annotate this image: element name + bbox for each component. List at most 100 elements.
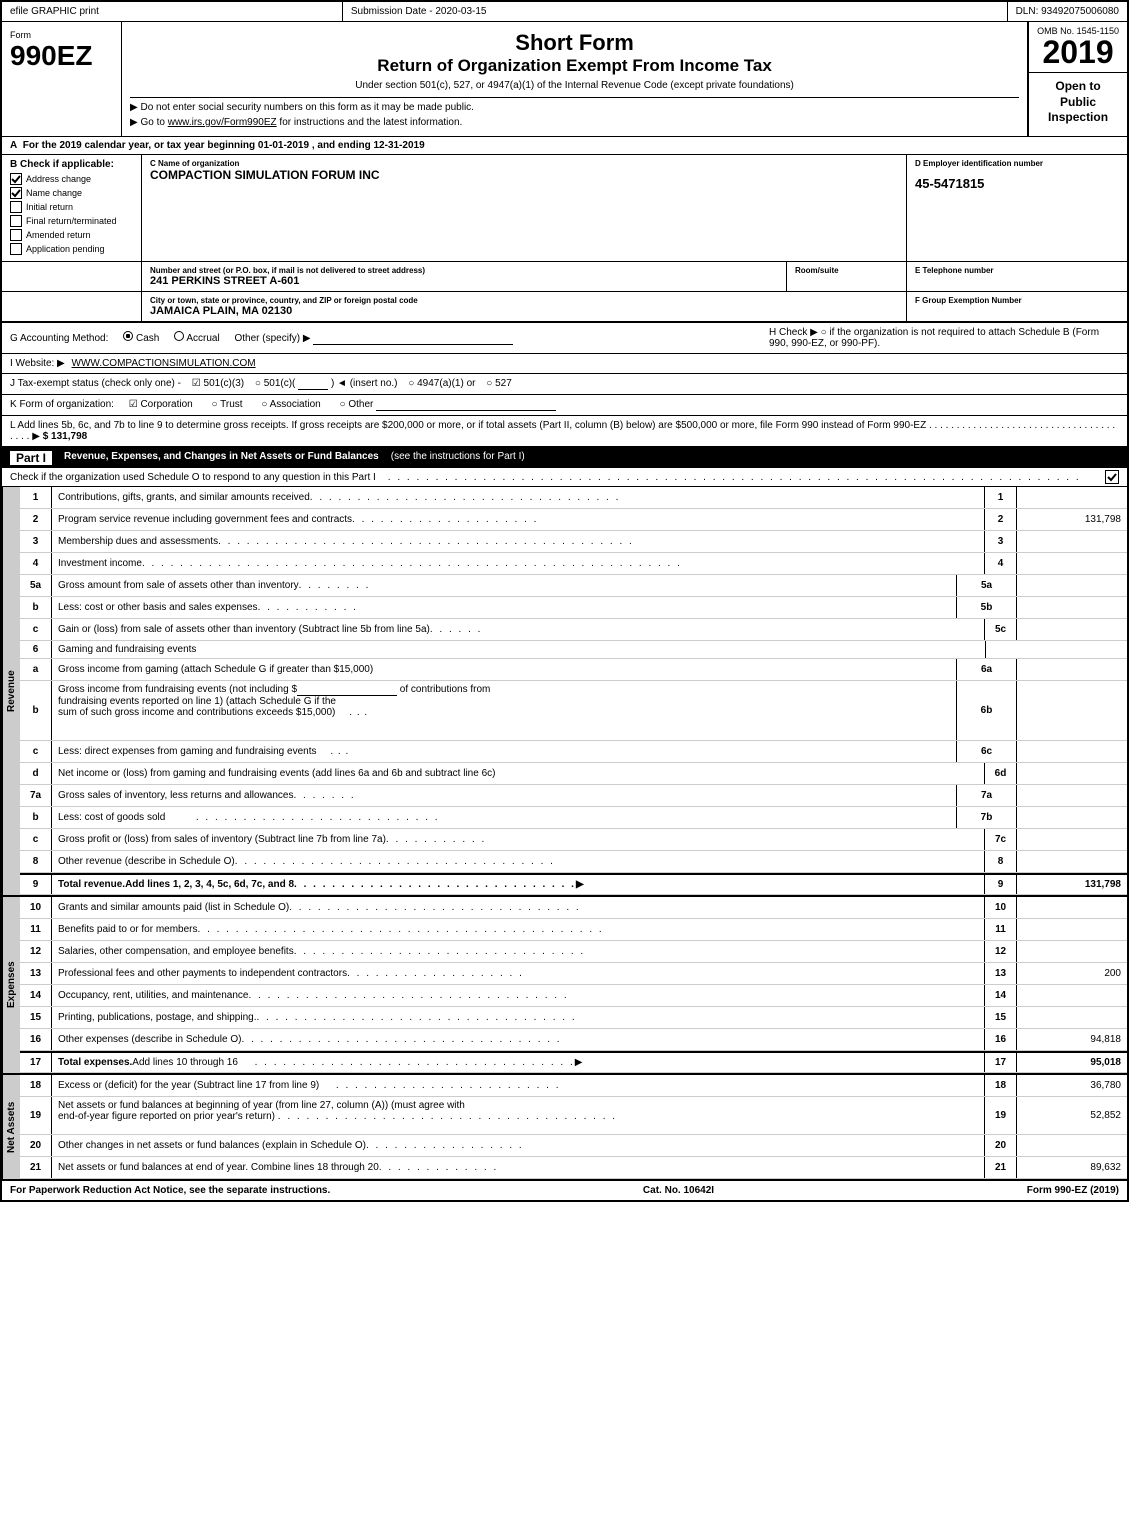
table-row: 5a Gross amount from sale of assets othe… <box>20 575 1127 597</box>
address-change-checkbox[interactable] <box>10 173 22 185</box>
row-ref: 6a <box>957 659 1017 680</box>
row-value <box>1017 785 1127 806</box>
l-value: $ 131,798 <box>43 431 88 442</box>
row-ref: 6b <box>957 681 1017 740</box>
address-field: Number and street (or P.O. box, if mail … <box>142 262 787 291</box>
org-section: B Check if applicable: Address change Na… <box>2 155 1127 322</box>
row-value <box>1017 575 1127 596</box>
table-row: 19 Net assets or fund balances at beginn… <box>20 1097 1127 1135</box>
row-label: Other revenue (describe in Schedule O) .… <box>52 851 985 872</box>
row-num: 21 <box>20 1157 52 1178</box>
address-row: Number and street (or P.O. box, if mail … <box>2 261 1127 291</box>
row-ref: 6c <box>957 741 1017 762</box>
row-num: 12 <box>20 941 52 962</box>
title-area: Form 990EZ Short Form Return of Organiza… <box>2 22 1127 137</box>
row-ref: 5b <box>957 597 1017 618</box>
row-value <box>1017 1007 1127 1028</box>
row-value <box>1017 807 1127 828</box>
row-ref: 7a <box>957 785 1017 806</box>
row-line-num: 13 <box>985 963 1017 984</box>
insert-label: ) ◄ (insert no.) <box>331 378 398 389</box>
501c-status: ○ 501(c)( <box>255 378 296 389</box>
accrual-radio: Accrual <box>174 333 222 344</box>
ein-col: D Employer identification number 45-5471… <box>907 155 1127 261</box>
part1-header: Part I Revenue, Expenses, and Changes in… <box>2 448 1127 468</box>
table-row: 16 Other expenses (describe in Schedule … <box>20 1029 1127 1051</box>
row-label: Gross profit or (loss) from sales of inv… <box>52 829 985 850</box>
row-num: 14 <box>20 985 52 1006</box>
table-row: b Less: cost or other basis and sales ex… <box>20 597 1127 619</box>
final-return-checkbox[interactable] <box>10 215 22 227</box>
year-display: 2019 <box>1037 36 1119 68</box>
name-change-checkbox[interactable] <box>10 187 22 199</box>
form-number: 990EZ <box>10 40 113 72</box>
initial-return-checkbox[interactable] <box>10 201 22 213</box>
row-num: b <box>20 681 52 740</box>
table-row: 1 Contributions, gifts, grants, and simi… <box>20 487 1127 509</box>
l-row: L Add lines 5b, 6c, and 7b to line 9 to … <box>2 416 1127 448</box>
row-line-num: 7c <box>985 829 1017 850</box>
tax-row: J Tax-exempt status (check only one) - ☑… <box>2 374 1127 395</box>
row-value <box>1017 985 1127 1006</box>
row-label: Investment income . . . . . . . . . . . … <box>52 553 985 574</box>
table-row: 3 Membership dues and assessments . . . … <box>20 531 1127 553</box>
open-public-text: Open toPublicInspection <box>1037 79 1119 126</box>
notices-col: ▶ Do not enter social security numbers o… <box>130 97 1019 128</box>
other-acct: Other (specify) ▶ <box>234 333 310 344</box>
city-label: City or town, state or province, country… <box>150 296 898 305</box>
app-pending-checkbox[interactable] <box>10 243 22 255</box>
row-value <box>1017 829 1127 850</box>
app-pending-item: Application pending <box>10 243 133 255</box>
row-num: 15 <box>20 1007 52 1028</box>
final-return-label: Final return/terminated <box>26 216 117 226</box>
expenses-rows: 10 Grants and similar amounts paid (list… <box>20 897 1127 1073</box>
irs-url[interactable]: www.irs.gov/Form990EZ <box>168 117 277 128</box>
row-value <box>1017 619 1127 640</box>
table-row: 21 Net assets or fund balances at end of… <box>20 1157 1127 1179</box>
row-label: Professional fees and other payments to … <box>52 963 985 984</box>
4947-status: ○ 4947(a)(1) or <box>408 378 475 389</box>
row-ref: 7b <box>957 807 1017 828</box>
row-value: 94,818 <box>1017 1029 1127 1050</box>
row-value: 131,798 <box>1017 875 1127 894</box>
amended-return-checkbox[interactable] <box>10 229 22 241</box>
c-label: C Name of organization <box>150 159 898 168</box>
corp-status: ☑ Corporation <box>129 399 193 410</box>
row-label: Total expenses. Add lines 10 through 16 … <box>52 1053 985 1072</box>
table-row: 20 Other changes in net assets or fund b… <box>20 1135 1127 1157</box>
row-label: Gaming and fundraising events <box>52 641 985 658</box>
final-return-item: Final return/terminated <box>10 215 133 227</box>
room-field: Room/suite <box>787 262 907 291</box>
row-value <box>1017 763 1127 784</box>
row-num: 20 <box>20 1135 52 1156</box>
row-num: 6 <box>20 641 52 658</box>
row-line-num: 21 <box>985 1157 1017 1178</box>
row-label: Net assets or fund balances at beginning… <box>52 1097 985 1134</box>
address-label: Number and street (or P.O. box, if mail … <box>150 266 778 275</box>
part1-checkbox[interactable] <box>1105 470 1119 484</box>
row-value: 89,632 <box>1017 1157 1127 1178</box>
website-url[interactable]: WWW.COMPACTIONSIMULATION.COM <box>72 358 256 369</box>
row-line-num: 3 <box>985 531 1017 552</box>
row-line-num: 12 <box>985 941 1017 962</box>
row-label: Membership dues and assessments . . . . … <box>52 531 985 552</box>
cash-radio: Cash <box>123 333 162 344</box>
row-line-num: 16 <box>985 1029 1017 1050</box>
address-change-item: Address change <box>10 173 133 185</box>
l-text: L Add lines 5b, 6c, and 7b to line 9 to … <box>10 420 926 431</box>
row-num: c <box>20 741 52 762</box>
table-row: 8 Other revenue (describe in Schedule O)… <box>20 851 1127 873</box>
notice2: ▶ Do not enter social security numbers o… <box>130 102 1019 113</box>
row-num: 1 <box>20 487 52 508</box>
row-label: Printing, publications, postage, and shi… <box>52 1007 985 1028</box>
row-value <box>1017 659 1127 680</box>
row-label: Gross income from gaming (attach Schedul… <box>52 659 957 680</box>
table-row: 2 Program service revenue including gove… <box>20 509 1127 531</box>
row-line-num: 8 <box>985 851 1017 872</box>
acct-left: G Accounting Method: Cash Accrual Other … <box>10 331 769 345</box>
row-num: a <box>20 659 52 680</box>
table-row: c Less: direct expenses from gaming and … <box>20 741 1127 763</box>
row-num: 5a <box>20 575 52 596</box>
table-row: d Net income or (loss) from gaming and f… <box>20 763 1127 785</box>
org-name: COMPACTION SIMULATION FORUM INC <box>150 168 898 182</box>
